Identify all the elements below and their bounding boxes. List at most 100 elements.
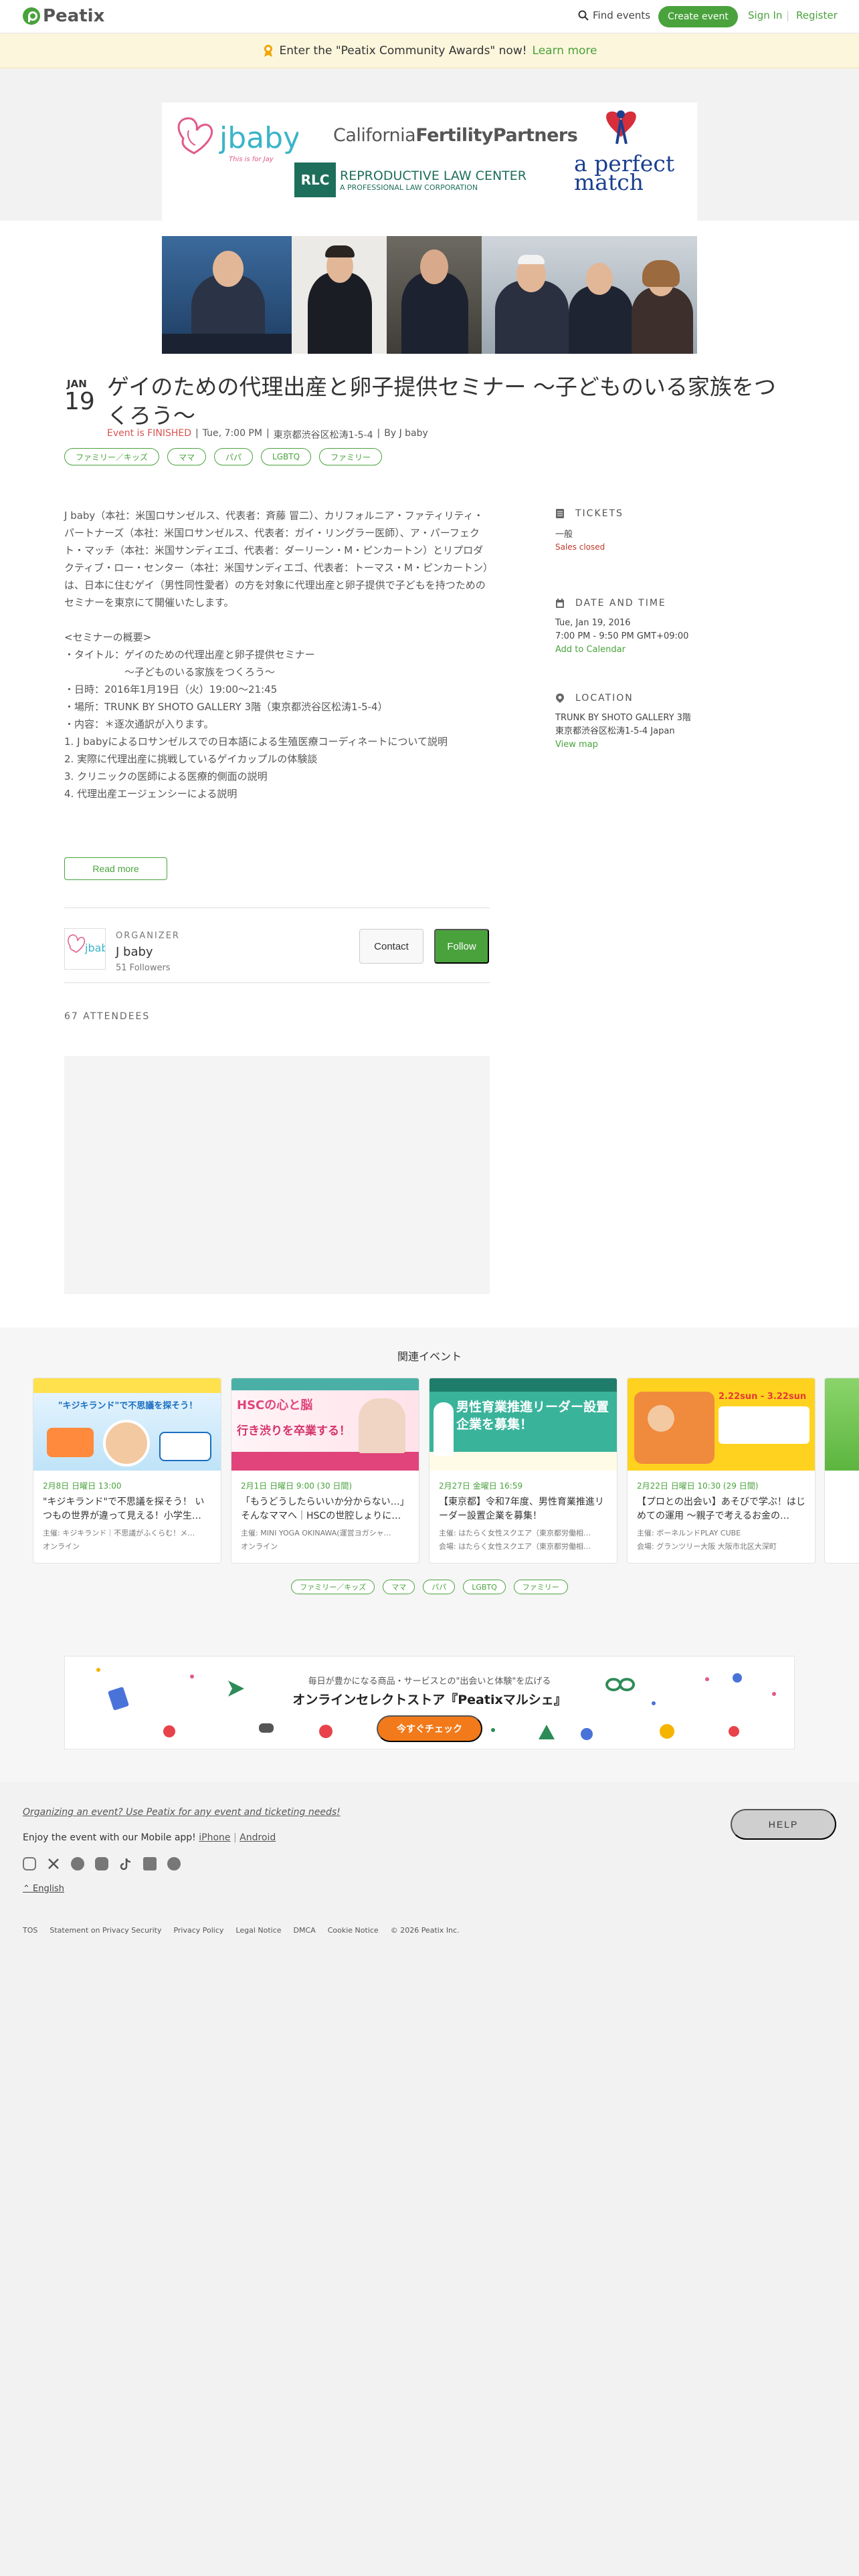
cookie-notice-link[interactable]: Cookie Notice <box>328 1926 379 1935</box>
privacy-policy-link[interactable]: Privacy Policy <box>173 1926 223 1935</box>
language-selector[interactable]: ⌃ English <box>23 1884 64 1894</box>
follow-button[interactable]: Follow <box>434 929 489 964</box>
cfp-word-1: California <box>333 125 416 146</box>
ticket-status: Sales closed <box>555 542 605 552</box>
card-thumbnail-text: "キジキランド"で不思議を探そう！ <box>58 1401 198 1411</box>
tag-papa[interactable]: パパ <box>423 1580 456 1594</box>
marche-ad-banner[interactable]: 毎日が豊かになる商品・サービスとの"出会いと体験"を広げる オンラインセレクトス… <box>64 1656 795 1749</box>
location-heading: LOCATION <box>575 693 634 704</box>
card-thumbnail: HSCの心と脳 行き渋りを卒業する！ <box>231 1378 419 1471</box>
learn-more-link[interactable]: Learn more <box>533 44 597 58</box>
meta-divider-1: | <box>195 428 199 439</box>
related-event-card[interactable]: HSCの心と脳 行き渋りを卒業する！ 2月1日 日曜日 9:00 (30 日間)… <box>231 1378 419 1564</box>
description-line: ・日時：2016年1月19日（火）19:00〜21:45 <box>64 683 278 695</box>
tos-link[interactable]: TOS <box>23 1926 37 1935</box>
tag-family-kids[interactable]: ファミリー／キッズ <box>291 1580 375 1594</box>
event-datetime: Tue, 7:00 PM <box>202 428 262 439</box>
related-event-card[interactable]: "キジキランド"で不思議を探そう！ 2月8日 日曜日 13:00 "キジキランド… <box>33 1378 221 1564</box>
description-line: 1. J babyによるロサンゼルスでの日本語による生殖医療コーディネートについ… <box>64 736 448 748</box>
create-event-button[interactable]: Create event <box>658 6 738 27</box>
dmca-link[interactable]: DMCA <box>294 1926 316 1935</box>
help-button[interactable]: HELP <box>731 1809 836 1840</box>
page-footer <box>0 1782 859 2576</box>
top-navigation-bar: Peatix Find events Create event Sign In … <box>0 0 859 33</box>
instagram-icon[interactable] <box>23 1857 36 1870</box>
event-organizer-by: By J baby <box>384 428 428 439</box>
globe-icon: ⌃ <box>23 1884 33 1894</box>
divider <box>64 982 490 983</box>
card-title: 【プロとの出会い】あそびで学ぶ！はじめての運用 〜親子で考えるお金の… <box>637 1497 805 1521</box>
x-icon[interactable] <box>47 1857 60 1870</box>
tag-family-kids[interactable]: ファミリー／キッズ <box>64 448 160 465</box>
organizing-event-link[interactable]: Organizing an event? Use Peatix for any … <box>23 1807 341 1818</box>
facebook-icon[interactable] <box>71 1857 84 1870</box>
organizer-name[interactable]: J baby <box>116 945 153 959</box>
tag-mama[interactable]: ママ <box>383 1580 415 1594</box>
jbaby-logo-icon: jbaby This is for Jay <box>177 117 298 163</box>
attendees-heading: 67 ATTENDEES <box>64 1011 151 1022</box>
ticket-icon <box>556 509 564 518</box>
photo-panel-3 <box>387 236 482 354</box>
iphone-link[interactable]: iPhone <box>199 1832 230 1843</box>
youtube-icon[interactable] <box>95 1857 108 1870</box>
note-icon[interactable] <box>143 1857 157 1870</box>
search-icon <box>578 10 589 21</box>
tag-mama[interactable]: ママ <box>167 448 207 465</box>
meta-divider-3: | <box>377 428 381 439</box>
meta-divider-2: | <box>266 428 270 439</box>
copyright: © 2026 Peatix Inc. <box>390 1926 460 1935</box>
svg-text:jbaby: jbaby <box>84 942 105 954</box>
social-links <box>23 1857 181 1870</box>
privacy-security-link[interactable]: Statement on Privacy Security <box>50 1926 161 1935</box>
spotify-icon[interactable] <box>167 1857 181 1870</box>
organizer-avatar[interactable]: jbaby <box>64 928 114 970</box>
android-link[interactable]: Android <box>240 1832 276 1843</box>
date-time-heading: DATE AND TIME <box>575 598 666 609</box>
ad-tagline: 毎日が豊かになる商品・サービスとの"出会いと体験"を広げる <box>308 1677 551 1687</box>
rlc-mark: RLC <box>294 163 336 197</box>
event-status: Event is FINISHED <box>107 428 192 439</box>
attendees-area <box>64 1056 490 1294</box>
card-organizer: 主催: MINI YOGA OKINAWA(運営ヨガシャ… <box>241 1529 391 1537</box>
tag-family[interactable]: ファミリー <box>319 448 383 465</box>
peatix-logo[interactable]: Peatix <box>23 6 104 26</box>
description-line: 2. 実際に代理出産に挑戦しているゲイカップルの体験談 <box>64 753 318 765</box>
card-thumbnail-text: 2.22sun - 3.22sun <box>719 1392 807 1402</box>
tag-papa[interactable]: パパ <box>214 448 254 465</box>
ad-check-now-button[interactable]: 今すぐチェック <box>377 1715 482 1742</box>
related-event-card-partial[interactable] <box>824 1378 859 1564</box>
time-line: 7:00 PM - 9:50 PM GMT+09:00 <box>555 631 689 641</box>
view-map-link[interactable]: View map <box>555 738 598 751</box>
related-event-card[interactable]: 男性育業推進リーダー設置企業を募集！ 2月27日 金曜日 16:59 【東京都】… <box>429 1378 617 1564</box>
sponsor-logos-banner: jbaby This is for Jay CaliforniaFertilit… <box>162 102 697 221</box>
event-description: J baby（本社：米国ロサンゼルス、代表者：斉藤 冒二）、カリフォルニア・ファ… <box>64 507 490 802</box>
card-location: 会場: はたらく女性スクエア（東京都労働相… <box>439 1542 591 1551</box>
card-thumbnail: "キジキランド"で不思議を探そう！ <box>33 1378 221 1471</box>
tag-lgbtq[interactable]: LGBTQ <box>261 448 312 465</box>
card-location: 会場: グランツリー大阪 大阪市北区大深町 <box>637 1542 777 1551</box>
related-event-card[interactable]: 2.22sun - 3.22sun 2月22日 日曜日 10:30 (29 日間… <box>627 1378 816 1564</box>
tag-lgbtq[interactable]: LGBTQ <box>463 1580 506 1594</box>
photo-panel-2 <box>292 236 387 354</box>
contact-button[interactable]: Contact <box>359 929 423 964</box>
rlc-subtitle: A PROFESSIONAL LAW CORPORATION <box>340 183 478 192</box>
mobile-app-label: Enjoy the event with our Mobile app! <box>23 1832 196 1843</box>
svg-text:jbaby: jbaby <box>219 121 298 155</box>
read-more-button[interactable]: Read more <box>64 857 167 880</box>
tiktok-icon[interactable] <box>119 1857 132 1870</box>
event-day: 19 <box>64 388 95 415</box>
sign-in-link[interactable]: Sign In <box>748 9 782 21</box>
event-tags: ファミリー／キッズ ママ パパ LGBTQ ファミリー <box>64 448 383 465</box>
date-line: Tue, Jan 19, 2016 <box>555 618 631 628</box>
find-events-link[interactable]: Find events <box>578 9 650 21</box>
description-line: ・内容：＊逐次通訳が入ります。 <box>64 718 214 730</box>
description-line: 4. 代理出産エージェンシーによる説明 <box>64 788 237 800</box>
divider <box>64 907 490 908</box>
add-to-calendar-link[interactable]: Add to Calendar <box>555 643 626 656</box>
peatix-logo-icon <box>23 7 40 25</box>
register-link[interactable]: Register <box>796 9 838 21</box>
tag-family[interactable]: ファミリー <box>513 1580 568 1594</box>
legal-notice-link[interactable]: Legal Notice <box>235 1926 281 1935</box>
tickets-heading: TICKETS <box>575 508 624 519</box>
card-location: オンライン <box>43 1542 80 1551</box>
